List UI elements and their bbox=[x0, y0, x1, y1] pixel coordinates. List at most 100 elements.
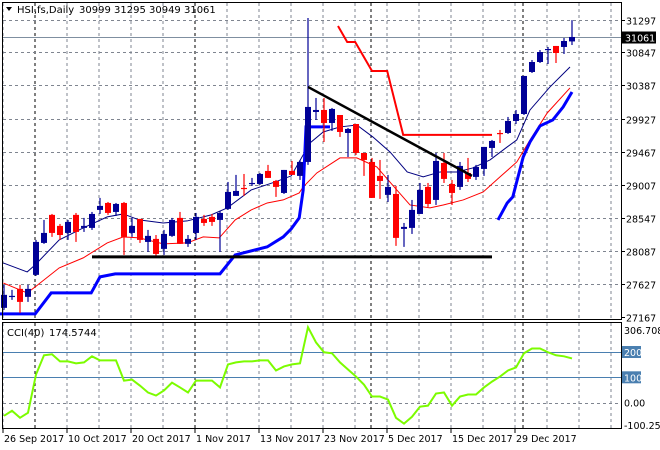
candle-bear bbox=[73, 214, 79, 232]
date-tick-label: 10 Oct 2017 bbox=[68, 434, 127, 445]
candles bbox=[1, 17, 575, 313]
candle-bull bbox=[513, 113, 519, 121]
cci-tick-label: 200 bbox=[624, 348, 642, 359]
collapse-triangle-icon[interactable] bbox=[6, 7, 12, 11]
price-chart[interactable]: 31297 30847 30387 29927 29467 29007 28547 28087… bbox=[0, 0, 660, 450]
candle-bull bbox=[329, 108, 335, 123]
candle-bull bbox=[521, 75, 527, 114]
price-tick-label: 28547 bbox=[626, 215, 656, 226]
candle-bull bbox=[145, 235, 151, 242]
upper-band-line bbox=[337, 25, 492, 136]
candle-bull bbox=[409, 209, 415, 228]
candle-bull bbox=[25, 288, 31, 297]
candle-bear bbox=[361, 152, 367, 160]
candle-bear bbox=[49, 214, 55, 233]
candle-bear bbox=[105, 202, 111, 213]
candle-bull bbox=[345, 128, 351, 133]
candle-bear bbox=[553, 45, 559, 54]
candle-bull bbox=[537, 52, 543, 62]
candle-bull bbox=[313, 109, 319, 112]
candle-bear bbox=[393, 193, 399, 238]
current-price-label: 31061 bbox=[625, 34, 655, 45]
candle-bull bbox=[113, 203, 119, 212]
candle-bear bbox=[201, 218, 207, 223]
candle-bull bbox=[401, 226, 407, 229]
lower-band-2-line bbox=[496, 91, 574, 221]
candle-bull bbox=[385, 186, 391, 195]
cci-tick-label: 100 bbox=[624, 373, 642, 384]
candle-bear bbox=[265, 170, 271, 178]
grid bbox=[2, 3, 621, 428]
candle-bull bbox=[41, 232, 47, 243]
candle-bull bbox=[281, 169, 287, 193]
candle-bear bbox=[425, 186, 431, 204]
cci-label: CCI(40) bbox=[7, 328, 45, 339]
candle-bear bbox=[241, 187, 247, 190]
candle-bull bbox=[473, 166, 479, 177]
candle-bear bbox=[497, 132, 503, 135]
cci-panel bbox=[3, 324, 621, 429]
candle-bull bbox=[545, 48, 551, 51]
candle-bull bbox=[89, 213, 95, 228]
date-tick-label: 26 Sep 2017 bbox=[4, 434, 64, 445]
price-tick-label: 27167 bbox=[626, 314, 656, 325]
candle-bull bbox=[97, 205, 103, 210]
candle-bear bbox=[441, 162, 447, 179]
date-tick-label: 15 Dec 2017 bbox=[452, 434, 513, 445]
candle-bull bbox=[185, 238, 191, 244]
price-tick-label: 29467 bbox=[626, 149, 656, 160]
candle-bull bbox=[193, 216, 199, 233]
date-tick-label: 5 Dec 2017 bbox=[388, 434, 443, 445]
candle-bull bbox=[161, 233, 167, 249]
candle-bull bbox=[257, 173, 263, 184]
candle-bull bbox=[489, 140, 495, 148]
price-tick-label: 29007 bbox=[626, 182, 656, 193]
price-tick-label: 27627 bbox=[626, 281, 656, 292]
date-tick-label: 23 Nov 2017 bbox=[324, 434, 385, 445]
candle-bull bbox=[561, 40, 567, 47]
symbol-label: HSI,fs,Daily bbox=[17, 5, 74, 16]
candle-bear bbox=[273, 180, 279, 187]
axes: 31297 30847 30387 29927 29467 29007 28547 28087… bbox=[2, 17, 660, 445]
candle-bear bbox=[289, 170, 295, 175]
cci-value: 174.5744 bbox=[49, 328, 97, 339]
candle-bull bbox=[233, 190, 239, 196]
candle-bull bbox=[249, 182, 255, 185]
price-tick-label: 30847 bbox=[626, 49, 656, 60]
candle-bull bbox=[9, 295, 15, 298]
candle-bear bbox=[449, 183, 455, 193]
date-tick-label: 20 Oct 2017 bbox=[132, 434, 191, 445]
cci-tick-label: 306.7083 bbox=[624, 326, 660, 337]
candle-bull bbox=[65, 221, 71, 233]
candle-bull bbox=[169, 219, 175, 236]
cci-tick-label: 0.00 bbox=[624, 399, 645, 410]
ma-fast-line bbox=[3, 66, 571, 273]
candle-bull bbox=[305, 106, 311, 162]
cci-tick-label: -100.258 bbox=[624, 421, 660, 432]
candle-bear bbox=[209, 216, 215, 222]
candle-bear bbox=[137, 218, 143, 240]
candle-bear bbox=[121, 202, 127, 237]
main-panel-border bbox=[2, 2, 622, 320]
price-tick-label: 30387 bbox=[626, 82, 656, 93]
cci-line bbox=[3, 324, 573, 425]
date-tick-label: 13 Nov 2017 bbox=[260, 434, 321, 445]
price-tick-label: 31297 bbox=[626, 17, 656, 28]
ohlc-label: 30999 31295 30949 31061 bbox=[79, 5, 216, 16]
candle-bull bbox=[417, 189, 423, 214]
candle-bear bbox=[177, 217, 183, 244]
candle-bear bbox=[321, 109, 327, 123]
candle-bull bbox=[81, 225, 87, 228]
price-tick-label: 29927 bbox=[626, 116, 656, 127]
candle-bear bbox=[57, 225, 63, 236]
candle-bear bbox=[17, 288, 23, 302]
candle-bull bbox=[217, 212, 223, 220]
candle-bear bbox=[369, 161, 375, 198]
candle-bull bbox=[297, 161, 303, 176]
candle-bear bbox=[337, 114, 343, 132]
candle-bull bbox=[129, 225, 135, 233]
candle-bear bbox=[353, 123, 359, 153]
candle-bull bbox=[33, 241, 39, 275]
candle-bull bbox=[505, 120, 511, 133]
candle-bull bbox=[433, 160, 439, 200]
